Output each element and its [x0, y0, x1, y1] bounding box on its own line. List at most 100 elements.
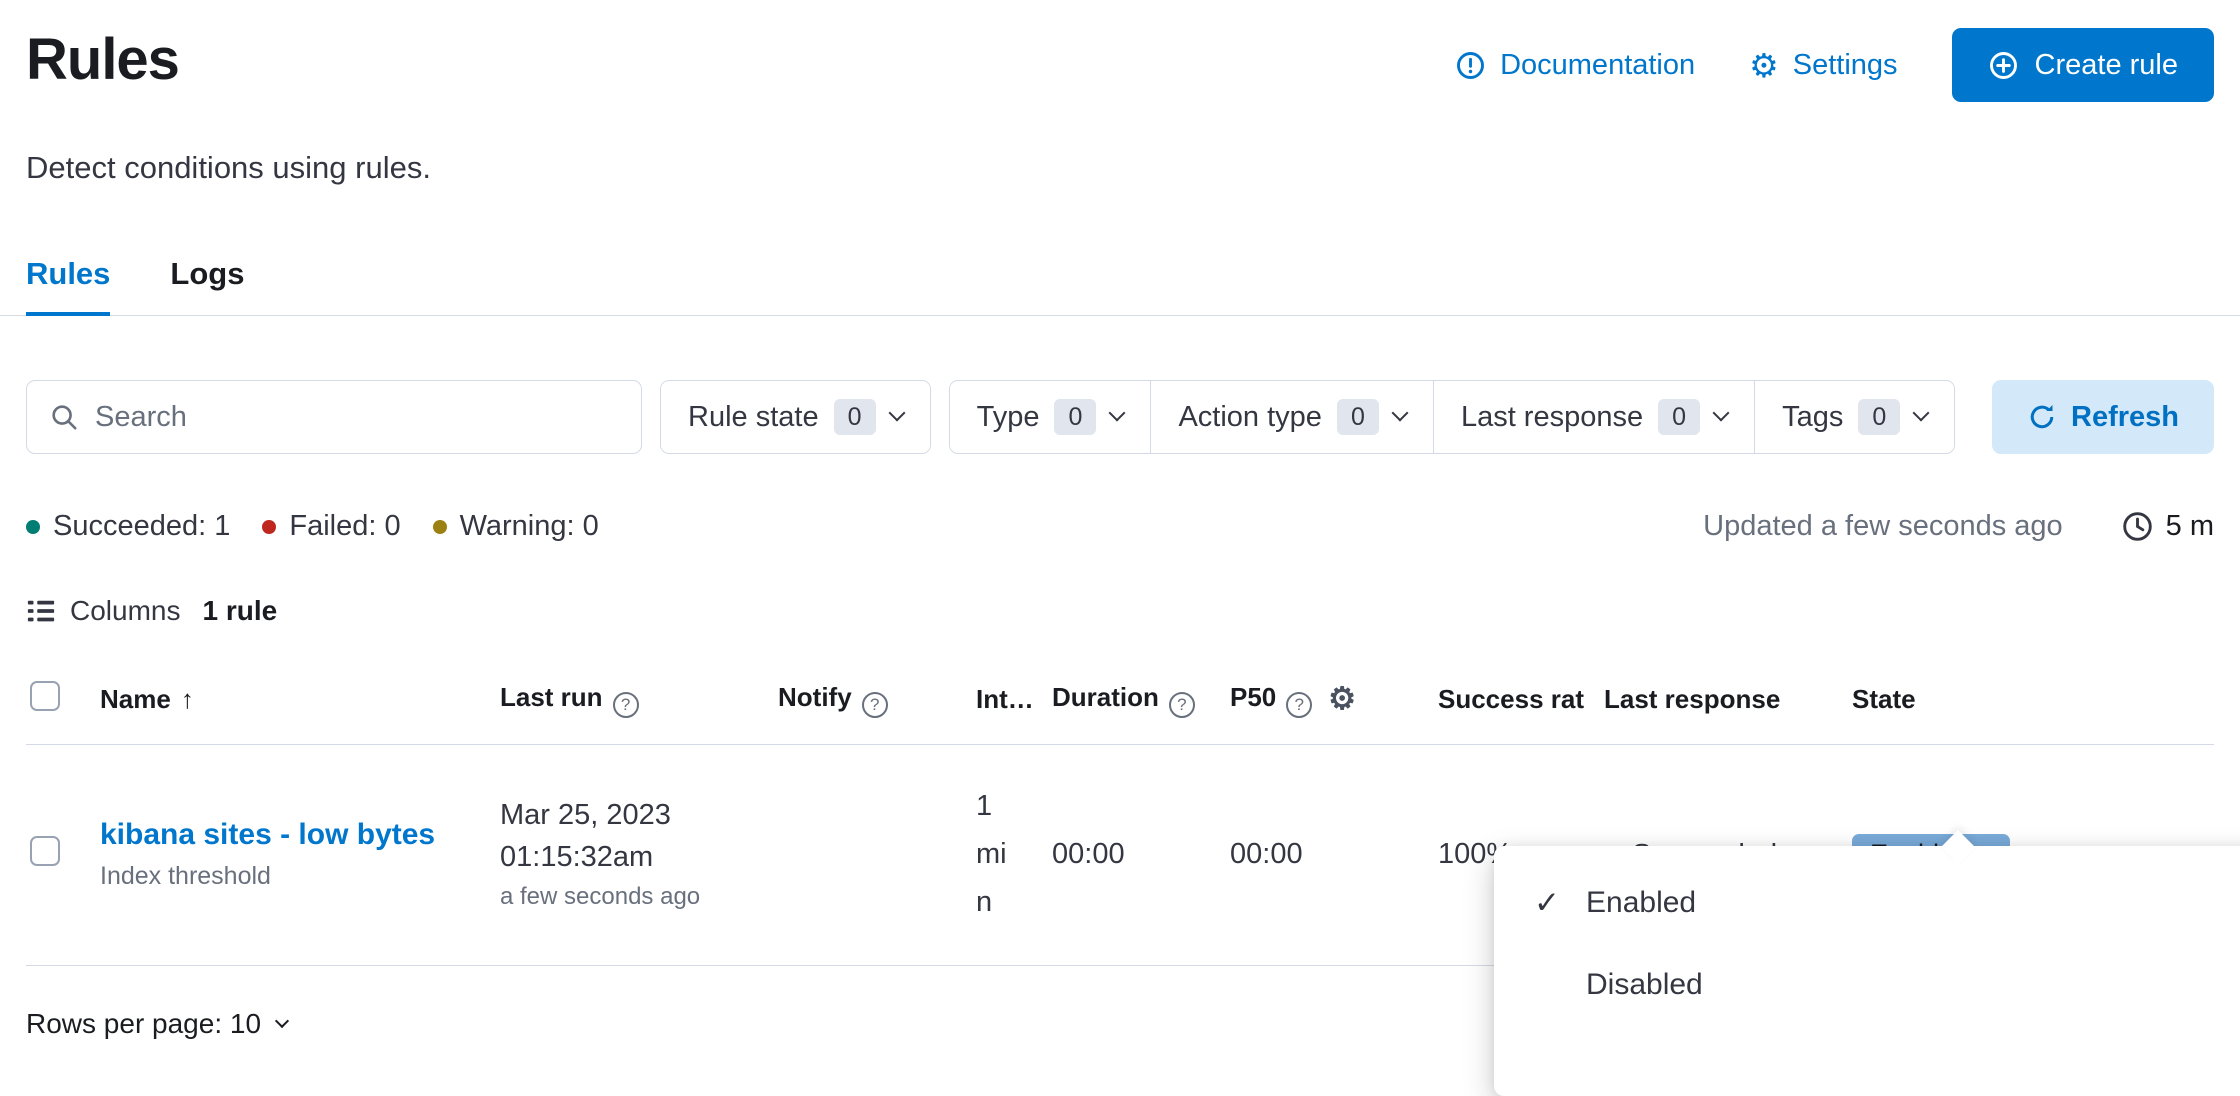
refresh-interval-value: 5 m: [2166, 510, 2214, 543]
select-all-checkbox[interactable]: [30, 681, 60, 711]
search-icon: [49, 402, 79, 432]
health-summary-row: Succeeded: 1 Failed: 0 Warning: 0 Update…: [26, 510, 2214, 543]
rule-state-filter-group: Rule state 0: [660, 380, 931, 454]
page-subtitle: Detect conditions using rules.: [26, 150, 2214, 186]
create-rule-label: Create rule: [2035, 49, 2178, 82]
warning-label: Warning: 0: [460, 510, 599, 543]
columns-button[interactable]: Columns: [26, 595, 180, 627]
rows-per-page-label: Rows per page: 10: [26, 1008, 261, 1040]
create-rule-button[interactable]: Create rule: [1952, 28, 2214, 102]
chevron-down-icon: [1913, 405, 1930, 422]
col-header-p50[interactable]: P50? ⚙: [1214, 655, 1422, 745]
chevron-down-icon: [1713, 405, 1730, 422]
page-header: Rules Documentation ⚙ Settings: [26, 26, 2214, 102]
col-header-duration-label: Duration: [1052, 682, 1159, 712]
search-box[interactable]: [26, 380, 642, 454]
settings-link[interactable]: ⚙ Settings: [1749, 49, 1897, 82]
col-header-success-ratio-label: Success rat: [1438, 684, 1584, 714]
search-input[interactable]: [95, 401, 619, 434]
cell-duration: 00:00: [1036, 745, 1214, 966]
col-header-p50-label: P50: [1230, 682, 1276, 712]
refresh-button[interactable]: Refresh: [1992, 380, 2214, 454]
summary-warning: Warning: 0: [433, 510, 599, 543]
col-header-last-response-label: Last response: [1604, 684, 1780, 714]
summary-failed: Failed: 0: [262, 510, 400, 543]
cell-p50: 00:00: [1214, 745, 1422, 966]
filter-tags-label: Tags: [1782, 401, 1843, 434]
filter-tags-count: 0: [1858, 399, 1900, 435]
rows-per-page-button[interactable]: Rows per page: 10: [26, 1008, 287, 1040]
chevron-down-icon: [1391, 405, 1408, 422]
col-header-state-label: State: [1852, 684, 1916, 714]
filters-row: Rule state 0 Type 0 Action type 0 Last r…: [26, 380, 2214, 454]
documentation-label: Documentation: [1500, 49, 1695, 82]
chevron-down-icon: [1109, 405, 1126, 422]
failed-label: Failed: 0: [289, 510, 400, 543]
col-header-interval[interactable]: Int…: [960, 655, 1036, 745]
info-icon: ?: [862, 692, 888, 718]
filter-rule-state-label: Rule state: [688, 401, 819, 434]
filter-last-response[interactable]: Last response 0: [1433, 381, 1754, 453]
table-header-row: Name↑ Last run? Notify? Int… Duration? P…: [26, 655, 2214, 745]
row-checkbox[interactable]: [30, 836, 60, 866]
summary-succeeded: Succeeded: 1: [26, 510, 230, 543]
state-menu-popover: ✓ Enabled Disabled: [1494, 846, 2240, 1096]
cell-interval: 1 min: [960, 745, 1036, 966]
cell-name: kibana sites - low bytes Index threshold: [84, 745, 484, 966]
col-header-last-run[interactable]: Last run?: [484, 655, 762, 745]
filter-action-type[interactable]: Action type 0: [1150, 381, 1432, 453]
rule-type-label: Index threshold: [100, 862, 476, 891]
filter-rule-state[interactable]: Rule state 0: [661, 381, 930, 453]
col-header-last-response[interactable]: Last response: [1588, 655, 1836, 745]
warning-dot-icon: [433, 520, 447, 534]
tabs: Rules Logs: [0, 256, 2240, 316]
column-settings-gear-icon[interactable]: ⚙: [1328, 681, 1356, 716]
filter-last-response-count: 0: [1658, 399, 1700, 435]
col-header-actions: [2064, 655, 2214, 745]
col-header-notify[interactable]: Notify?: [762, 655, 960, 745]
filter-rule-state-count: 0: [834, 399, 876, 435]
filter-tags[interactable]: Tags 0: [1754, 381, 1954, 453]
filter-action-type-label: Action type: [1178, 401, 1321, 434]
filters-group: Type 0 Action type 0 Last response 0 Tag…: [949, 380, 1956, 454]
refresh-label: Refresh: [2071, 401, 2179, 434]
menu-item-enabled-label: Enabled: [1586, 886, 1696, 920]
succeeded-dot-icon: [26, 520, 40, 534]
documentation-link[interactable]: Documentation: [1455, 49, 1695, 82]
menu-item-enabled[interactable]: ✓ Enabled: [1494, 862, 2240, 944]
info-icon: ?: [1169, 692, 1195, 718]
col-header-state[interactable]: State: [1836, 655, 2064, 745]
col-header-duration[interactable]: Duration?: [1036, 655, 1214, 745]
refresh-interval-control[interactable]: 5 m: [2121, 510, 2214, 543]
col-header-success-ratio[interactable]: Success rat: [1422, 655, 1588, 745]
last-run-date: Mar 25, 2023: [500, 794, 754, 836]
columns-icon: [26, 596, 56, 626]
clock-icon: [2121, 510, 2154, 543]
gear-icon: ⚙: [1749, 49, 1779, 82]
filter-type[interactable]: Type 0: [950, 381, 1151, 453]
cell-notify: [762, 745, 960, 966]
info-icon: ?: [1286, 692, 1312, 718]
menu-item-disabled-label: Disabled: [1586, 968, 1703, 1002]
col-header-notify-label: Notify: [778, 682, 852, 712]
table-toolbar: Columns 1 rule: [26, 595, 2214, 627]
filter-type-label: Type: [977, 401, 1040, 434]
refresh-icon: [2027, 402, 2057, 432]
col-header-interval-label: Int…: [976, 684, 1034, 714]
tab-logs[interactable]: Logs: [170, 256, 244, 315]
plus-circle-icon: [1988, 50, 2019, 81]
documentation-icon: [1455, 50, 1486, 81]
last-run-time: 01:15:32am: [500, 836, 754, 878]
updated-timestamp: Updated a few seconds ago: [1703, 510, 2063, 543]
col-header-last-run-label: Last run: [500, 682, 603, 712]
filter-action-type-count: 0: [1337, 399, 1379, 435]
filter-last-response-label: Last response: [1461, 401, 1643, 434]
rule-name-link[interactable]: kibana sites - low bytes: [100, 818, 445, 852]
rule-count-label: 1 rule: [202, 595, 277, 627]
cell-last-run: Mar 25, 2023 01:15:32am a few seconds ag…: [484, 745, 762, 966]
interval-value: 1 min: [976, 783, 1020, 927]
tab-rules[interactable]: Rules: [26, 256, 110, 316]
menu-item-disabled[interactable]: Disabled: [1494, 944, 2240, 1026]
check-icon: ✓: [1534, 885, 1586, 921]
col-header-name[interactable]: Name↑: [84, 655, 484, 745]
